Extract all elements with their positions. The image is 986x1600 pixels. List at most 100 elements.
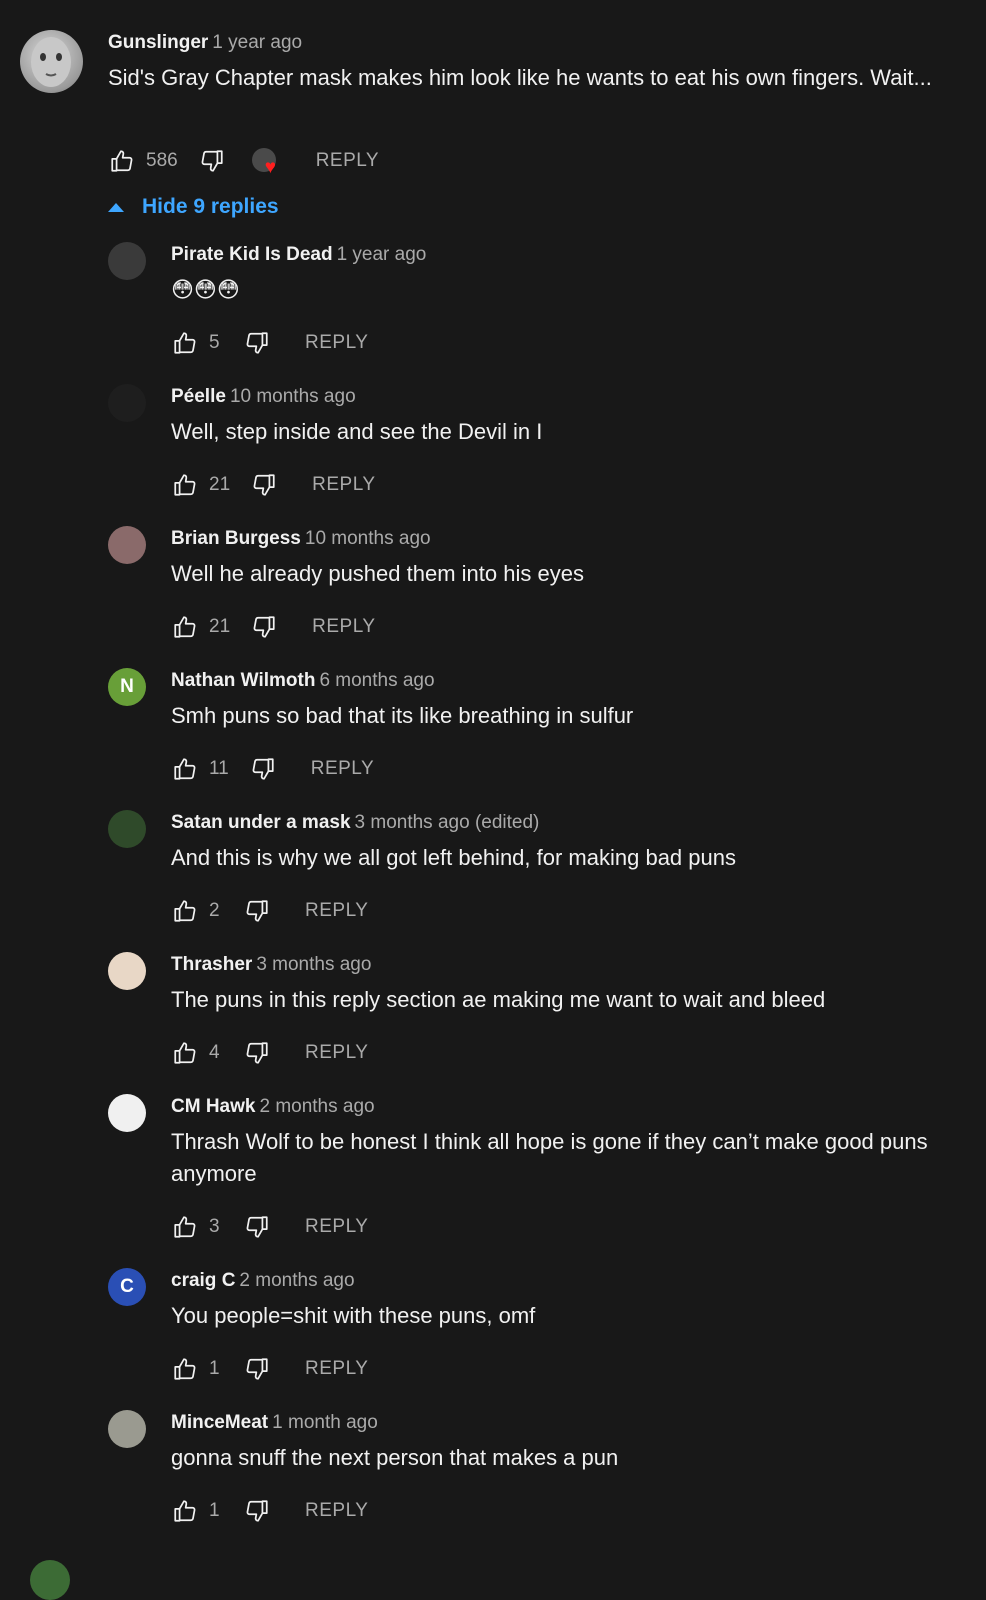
author-name[interactable]: Thrasher <box>171 954 252 975</box>
thumbs-up-icon <box>174 474 196 496</box>
like-button[interactable] <box>171 613 199 641</box>
reply-button[interactable]: REPLY <box>312 474 375 496</box>
comment-text: The puns in this reply section ae making… <box>171 987 826 1012</box>
avatar[interactable] <box>108 1410 146 1448</box>
dislike-button[interactable] <box>250 613 278 641</box>
reply-button[interactable]: REPLY <box>305 1216 368 1238</box>
comment-header: Satan under a mask 3 months ago (edited) <box>171 812 539 834</box>
like-button[interactable] <box>171 329 199 357</box>
avatar[interactable] <box>108 242 146 280</box>
like-count: 21 <box>209 616 231 637</box>
author-name[interactable]: Brian Burgess <box>171 528 301 549</box>
comment-text: Well, step inside and see the Devil in I <box>171 419 543 444</box>
comment-header: Thrasher 3 months ago <box>171 954 371 976</box>
like-count: 2 <box>209 900 220 921</box>
comment-header: Brian Burgess 10 months ago <box>171 528 431 550</box>
hide-replies-label: Hide 9 replies <box>142 195 279 218</box>
reply-button[interactable]: REPLY <box>305 1358 368 1380</box>
author-name[interactable]: craig C <box>171 1270 235 1291</box>
author-name[interactable]: MinceMeat <box>171 1412 268 1433</box>
comment-text: gonna snuff the next person that makes a… <box>171 1445 619 1470</box>
comment-text: 😳😳😳 <box>171 277 240 302</box>
like-count: 1 <box>209 1358 220 1379</box>
author-name[interactable]: CM Hawk <box>171 1096 255 1117</box>
comment-time[interactable]: 3 months ago <box>256 954 371 975</box>
comment-header: craig C2 months ago <box>171 1270 355 1292</box>
like-button[interactable] <box>171 1497 199 1525</box>
reply-button[interactable]: REPLY <box>305 1500 368 1522</box>
comment-header: Pirate Kid Is Dead 1 year ago <box>171 244 426 266</box>
thumbs-up-icon <box>174 1042 196 1064</box>
thumbs-up-icon <box>174 1358 196 1380</box>
comment-header: MinceMeat 1 month ago <box>171 1412 378 1434</box>
like-button[interactable] <box>171 1039 199 1067</box>
avatar[interactable] <box>108 1094 146 1132</box>
avatar[interactable] <box>108 526 146 564</box>
like-count: 1 <box>209 1500 220 1521</box>
thumbs-down-icon <box>246 1358 268 1380</box>
author-name[interactable]: Satan under a mask <box>171 812 351 833</box>
like-button[interactable] <box>171 1355 199 1383</box>
dislike-button[interactable] <box>249 755 277 783</box>
author-name[interactable]: Pirate Kid Is Dead <box>171 244 333 265</box>
comment-time[interactable]: 10 months ago <box>230 386 356 407</box>
comment-actions: 4 REPLY <box>171 1038 368 1068</box>
caret-up-icon <box>108 202 124 212</box>
reply-button[interactable]: REPLY <box>311 758 374 780</box>
thumbs-down-icon <box>246 332 268 354</box>
author-name[interactable]: Nathan Wilmoth <box>171 670 315 691</box>
comment-time[interactable]: 10 months ago <box>305 528 431 549</box>
like-button[interactable] <box>108 147 136 175</box>
comment-time[interactable]: 1 month ago <box>272 1412 378 1433</box>
like-button[interactable] <box>171 897 199 925</box>
comment-text: You people=shit with these puns, omf <box>171 1303 536 1328</box>
comment-actions: 2 REPLY <box>171 896 368 926</box>
reply-button[interactable]: REPLY <box>305 1042 368 1064</box>
comment-actions: 5 REPLY <box>171 328 368 358</box>
reply-button[interactable]: REPLY <box>305 900 368 922</box>
avatar[interactable] <box>108 384 146 422</box>
reply-button[interactable]: REPLY <box>305 332 368 354</box>
like-button[interactable] <box>171 471 199 499</box>
reply-button[interactable]: REPLY <box>312 616 375 638</box>
avatar[interactable] <box>108 810 146 848</box>
dislike-button[interactable] <box>198 147 226 175</box>
like-button[interactable] <box>171 755 199 783</box>
comment-time[interactable]: 3 months ago (edited) <box>355 812 540 833</box>
hide-replies-toggle[interactable]: Hide 9 replies <box>108 195 279 219</box>
dislike-button[interactable] <box>243 1213 271 1241</box>
like-button[interactable] <box>171 1213 199 1241</box>
avatar[interactable] <box>108 952 146 990</box>
avatar[interactable]: C <box>108 1268 146 1306</box>
thumbs-up-icon <box>174 332 196 354</box>
reply-button[interactable]: REPLY <box>316 150 379 172</box>
dislike-button[interactable] <box>250 471 278 499</box>
comment-text: Sid's Gray Chapter mask makes him look l… <box>108 65 932 90</box>
dislike-button[interactable] <box>243 1355 271 1383</box>
avatar[interactable]: N <box>108 668 146 706</box>
next-comment-avatar[interactable] <box>30 1560 70 1600</box>
comment-time[interactable]: 1 year ago <box>212 32 302 53</box>
comment-text: Smh puns so bad that its like breathing … <box>171 703 634 728</box>
comment-time[interactable]: 2 months ago <box>239 1270 354 1291</box>
comment-time[interactable]: 2 months ago <box>259 1096 374 1117</box>
thumbs-up-icon <box>174 900 196 922</box>
comment-text: And this is why we all got left behind, … <box>171 845 736 870</box>
dislike-button[interactable] <box>243 329 271 357</box>
like-count: 3 <box>209 1216 220 1237</box>
dislike-button[interactable] <box>243 1039 271 1067</box>
comment-time[interactable]: 6 months ago <box>319 670 434 691</box>
comment-time[interactable]: 1 year ago <box>337 244 427 265</box>
dislike-button[interactable] <box>243 1497 271 1525</box>
thumbs-down-icon <box>246 1042 268 1064</box>
heart-icon: ♥ <box>264 157 276 178</box>
author-name[interactable]: Gunslinger <box>108 32 208 53</box>
thumbs-down-icon <box>253 474 275 496</box>
comment-actions: 11 REPLY <box>171 754 374 784</box>
avatar[interactable] <box>20 30 83 93</box>
like-count: 11 <box>209 758 229 779</box>
author-name[interactable]: Péelle <box>171 386 226 407</box>
dislike-button[interactable] <box>243 897 271 925</box>
thumbs-down-icon <box>252 758 274 780</box>
thumbs-up-icon <box>174 616 196 638</box>
